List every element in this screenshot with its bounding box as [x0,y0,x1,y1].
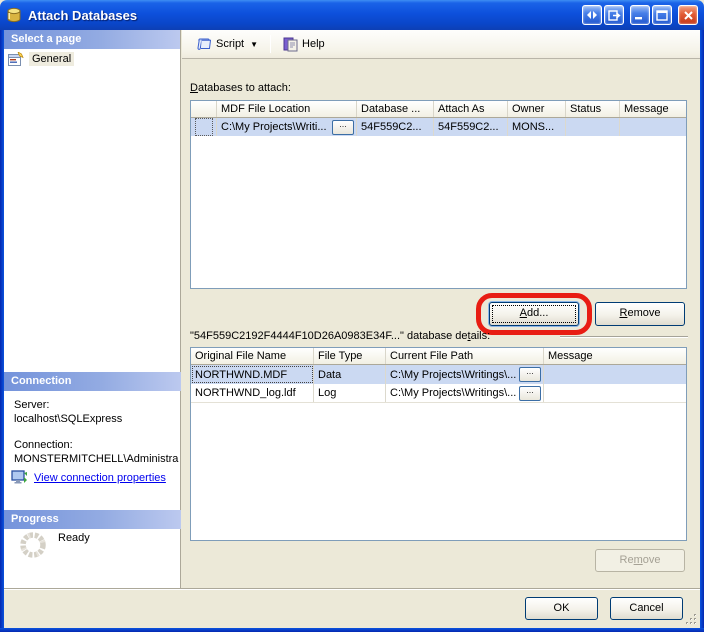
mdf-location-value: C:\My Projects\Writi... [221,121,327,133]
database-icon [6,7,22,23]
connection-properties-icon [11,470,28,486]
col-details-message[interactable]: Message [544,348,686,364]
pane-arrows-button[interactable] [582,5,602,25]
mdf-location-cell[interactable]: C:\My Projects\Writi... ... [217,118,357,136]
message-cell[interactable] [620,118,686,136]
original-file-name-cell[interactable]: NORTHWND_log.ldf [191,384,314,402]
undock-icon [608,10,621,21]
connection-block: Connection: MONSTERMITCHELL\Administra [14,438,178,466]
toolbar: Script ▼ Help [182,30,700,59]
close-icon [683,10,694,21]
col-rowheader [191,101,217,117]
databases-grid-header: MDF File Location Database ... Attach As… [191,101,686,118]
close-button[interactable] [678,5,698,25]
window-title: Attach Databases [28,8,580,23]
sidebar-item-general-label: General [29,52,74,66]
title-bar[interactable]: Attach Databases [0,0,704,30]
details-remove-button[interactable]: Remove [595,549,685,572]
connection-label: Connection: [14,438,178,452]
original-file-name-cell[interactable]: NORTHWND.MDF [191,365,314,384]
databases-grid-row[interactable]: C:\My Projects\Writi... ... 54F559C2... … [191,118,686,136]
details-groove-line [560,336,688,338]
server-block: Server: localhost\SQLExpress [14,398,122,426]
current-file-path-value: C:\My Projects\Writings\... [390,387,516,399]
footer-separator [4,588,700,590]
col-database[interactable]: Database ... [357,101,434,117]
window-border-bottom [0,628,704,632]
progress-status: Ready [18,530,90,560]
databases-grid[interactable]: MDF File Location Database ... Attach As… [190,100,687,289]
ok-button[interactable]: OK [525,597,598,620]
add-button[interactable]: Add... [489,302,579,326]
col-file-type[interactable]: File Type [314,348,386,364]
owner-cell[interactable]: MONS... [508,118,566,136]
progress-header: Progress [4,510,181,529]
undock-button[interactable] [604,5,624,25]
attach-databases-dialog: Attach Databases [0,0,704,632]
toolbar-separator [270,35,271,53]
current-file-path-cell[interactable]: C:\My Projects\Writings\... ... [386,384,544,402]
connection-value: MONSTERMITCHELL\Administra [14,452,178,466]
view-connection-properties[interactable]: View connection properties [11,470,166,486]
details-grid-header: Original File Name File Type Current Fil… [191,348,686,365]
browse-data-path-button[interactable]: ... [519,367,541,382]
col-original-file-name[interactable]: Original File Name [191,348,314,364]
col-current-file-path[interactable]: Current File Path [386,348,544,364]
connection-header: Connection [4,372,181,391]
select-a-page-header: Select a page [4,30,180,49]
database-details-label: "54F559C2192F4444F10D26A0983E34F..." dat… [190,330,490,342]
cancel-button[interactable]: Cancel [610,597,683,620]
sidebar-item-general[interactable]: General [8,50,74,68]
general-page-icon [8,52,24,67]
col-message[interactable]: Message [620,101,686,117]
details-grid[interactable]: Original File Name File Type Current Fil… [190,347,687,541]
resize-grip[interactable] [685,613,698,626]
remove-button[interactable]: Remove [595,302,685,326]
col-owner[interactable]: Owner [508,101,566,117]
col-attach-as[interactable]: Attach As [434,101,508,117]
maximize-button[interactable] [652,5,672,25]
spinner-icon [18,530,48,560]
sidebar: Select a page General Connection Server:… [4,30,181,588]
server-label: Server: [14,398,122,412]
attach-as-cell[interactable]: 54F559C2... [434,118,508,136]
details-message-cell[interactable] [544,365,686,384]
minimize-button[interactable] [630,5,650,25]
help-icon [283,37,298,52]
help-button-label: Help [302,38,325,50]
details-row-mdf[interactable]: NORTHWND.MDF Data C:\My Projects\Writing… [191,365,686,384]
script-icon [196,37,212,51]
row-selector [191,118,217,136]
maximize-icon [656,10,668,21]
current-file-path-value: C:\My Projects\Writings\... [390,369,516,381]
details-message-cell[interactable] [544,384,686,402]
window-border-right [700,30,704,628]
details-row-ldf[interactable]: NORTHWND_log.ldf Log C:\My Projects\Writ… [191,384,686,403]
progress-status-text: Ready [58,532,90,544]
database-name-cell[interactable]: 54F559C2... [357,118,434,136]
script-button-label: Script [216,38,244,50]
browse-log-path-button[interactable]: ... [519,386,541,401]
file-type-cell[interactable]: Data [314,365,386,384]
status-cell[interactable] [566,118,620,136]
col-status[interactable]: Status [566,101,620,117]
databases-to-attach-label: Databases to attach: [190,82,291,94]
help-button[interactable]: Help [277,34,331,55]
left-right-arrows-icon [586,10,598,20]
col-mdf-file-location[interactable]: MDF File Location [217,101,357,117]
browse-mdf-button[interactable]: ... [332,120,354,135]
script-dropdown-caret[interactable]: ▼ [250,40,258,49]
server-value: localhost\SQLExpress [14,412,122,426]
script-button[interactable]: Script ▼ [190,34,264,54]
file-type-cell[interactable]: Log [314,384,386,402]
current-file-path-cell[interactable]: C:\My Projects\Writings\... ... [386,365,544,384]
minimize-icon [634,10,646,20]
view-connection-properties-link[interactable]: View connection properties [34,472,166,484]
